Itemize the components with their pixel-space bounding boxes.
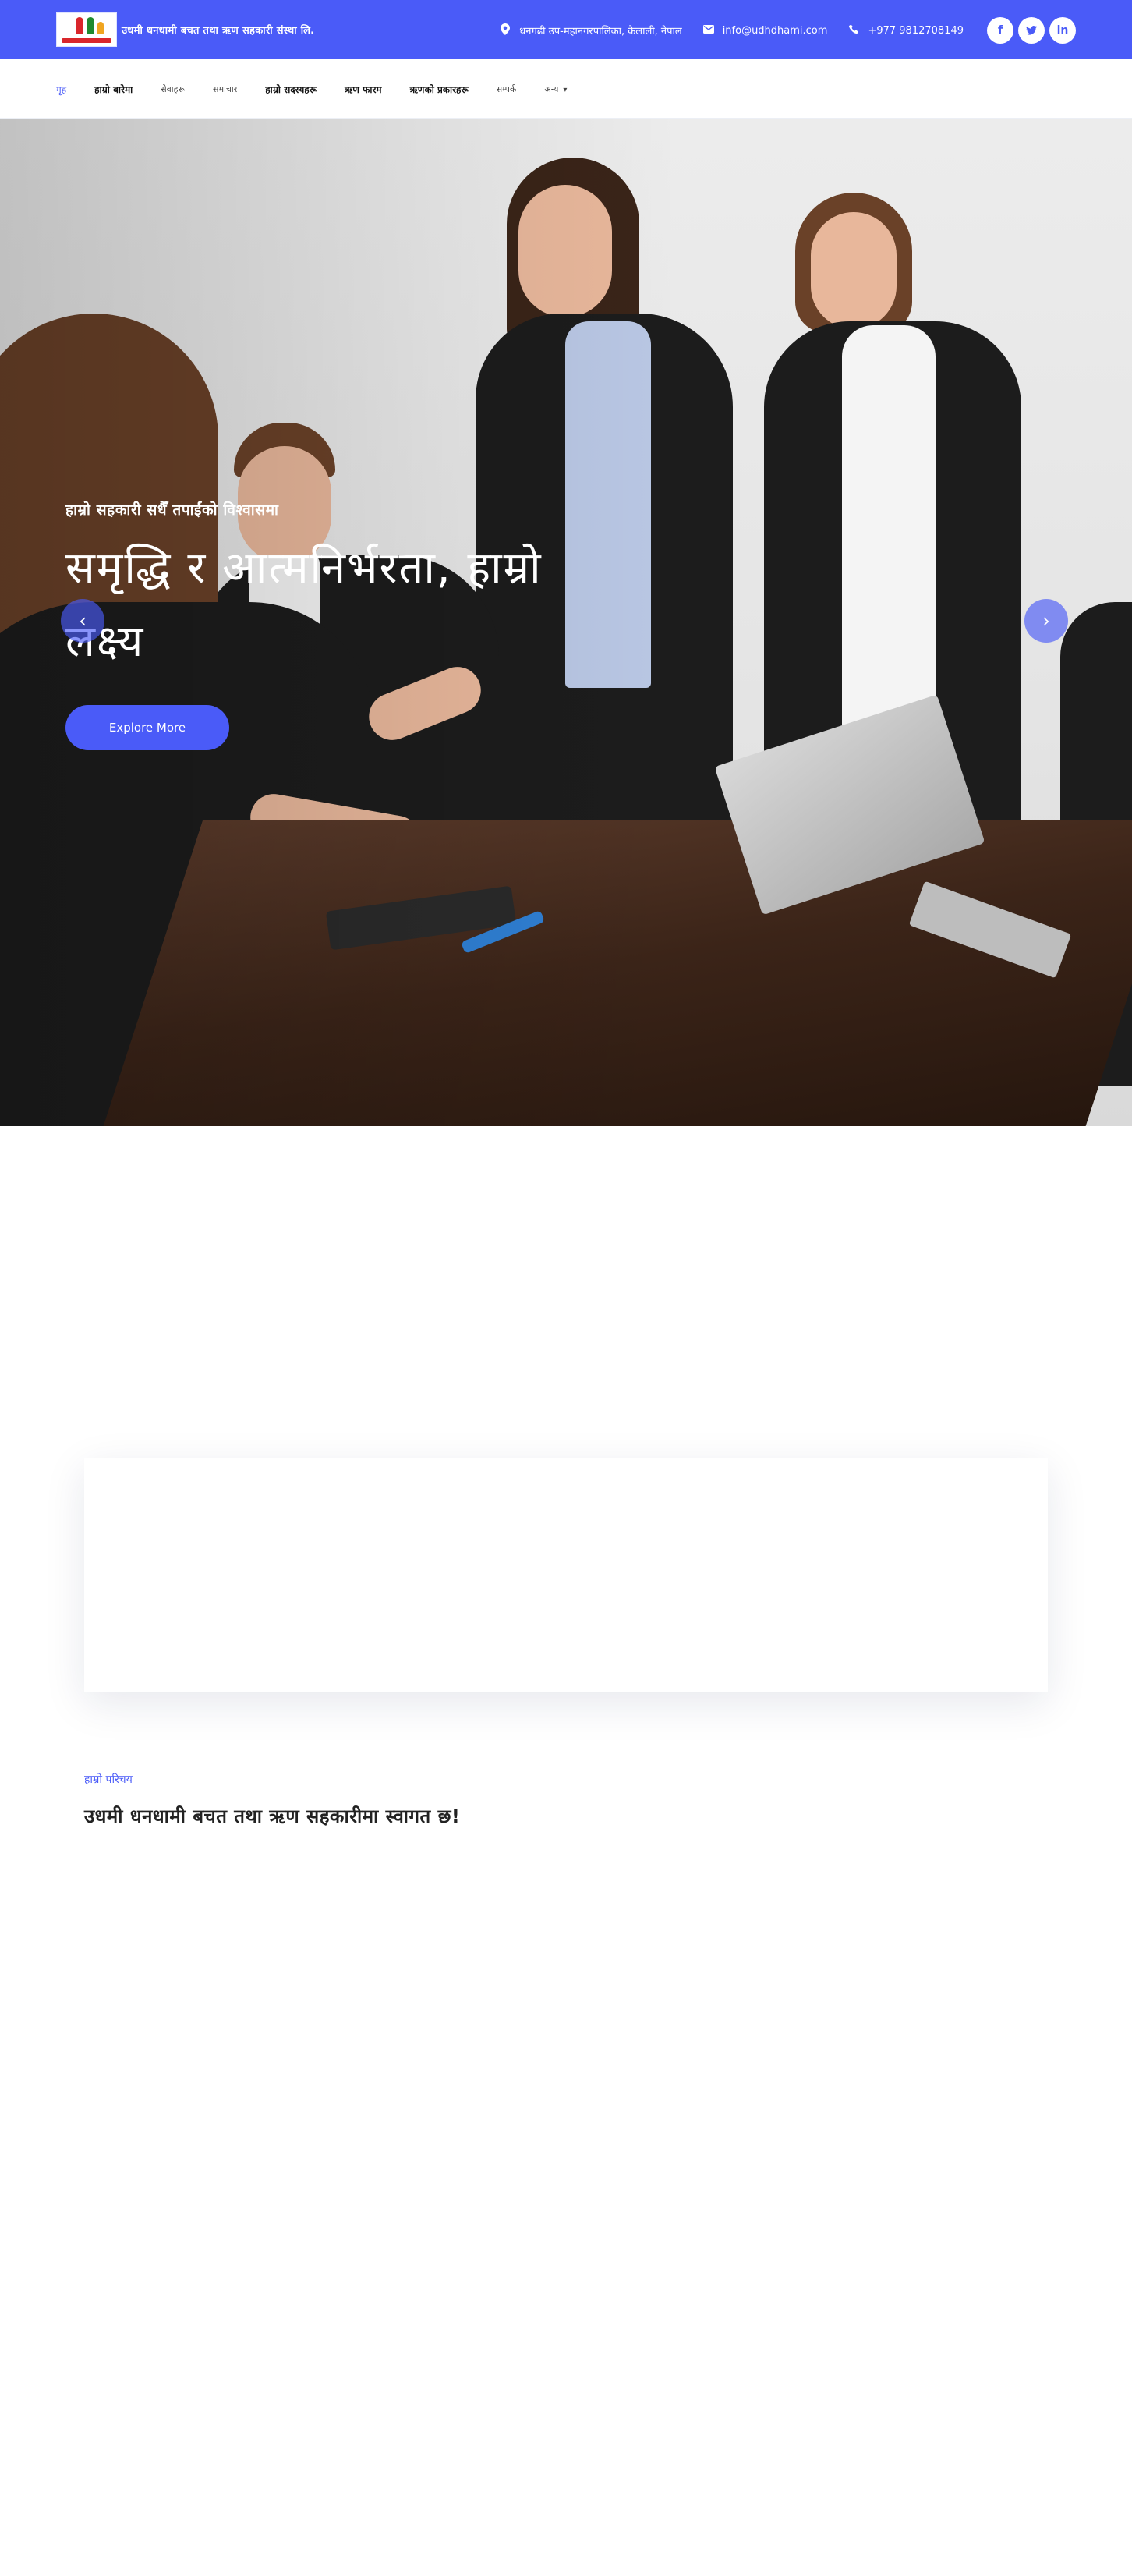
nav-item-contact[interactable]: सम्पर्क	[497, 83, 517, 95]
email-text[interactable]: info@udhdhami.com	[723, 25, 828, 37]
top-bar: उधमी धनधामी बचत तथा ऋण सहकारी संस्था लि.…	[0, 0, 1132, 59]
linkedin-icon[interactable]: in	[1049, 17, 1076, 44]
nav-item-loan-types[interactable]: ऋणको प्रकारहरू	[410, 83, 469, 96]
chevron-down-icon: ▾	[563, 85, 568, 94]
hero-title: समृद्धि र आत्मनिर्भरता, हाम्रो लक्ष्य	[65, 543, 543, 667]
facebook-icon[interactable]: f	[987, 17, 1013, 44]
logo[interactable]	[56, 12, 117, 47]
slider-next-button[interactable]: ›	[1024, 599, 1068, 643]
email[interactable]: info@udhdhami.com	[702, 24, 828, 37]
social-links: f in	[982, 17, 1076, 44]
slider-prev-button[interactable]: ‹	[61, 599, 104, 643]
location-pin-icon	[499, 23, 511, 38]
hero-kicker: हाम्रो सहकारी सधैँ तपाईंको विश्वासमा	[65, 501, 279, 519]
hero-slider: हाम्रो सहकारी सधैँ तपाईंको विश्वासमा समृ…	[0, 119, 1132, 1126]
nav-item-loan-form[interactable]: ऋण फारम	[345, 83, 382, 96]
phone[interactable]: +977 9812708149	[847, 24, 964, 37]
nav-item-home[interactable]: गृह	[56, 83, 66, 96]
address: धनगढी उप-महानगरपालिका, कैलाली, नेपाल	[499, 23, 682, 38]
nav-item-more[interactable]: अन्य ▾	[544, 83, 567, 95]
nav-item-news[interactable]: समाचार	[213, 83, 237, 95]
nav-item-about[interactable]: हाम्रो बारेमा	[94, 83, 133, 96]
section-kicker: हाम्रो परिचय	[84, 1773, 133, 1786]
twitter-icon[interactable]	[1018, 17, 1045, 44]
brand-name[interactable]: उधमी धनधामी बचत तथा ऋण सहकारी संस्था लि.	[122, 23, 314, 37]
chevron-right-icon: ›	[1042, 610, 1050, 632]
nav-item-services[interactable]: सेवाहरू	[161, 83, 185, 95]
address-text: धनगढी उप-महानगरपालिका, कैलाली, नेपाल	[519, 26, 682, 37]
nav-item-members[interactable]: हाम्रो सदस्यहरू	[265, 83, 317, 96]
contact-bar: धनगढी उप-महानगरपालिका, कैलाली, नेपाल inf…	[479, 17, 1076, 44]
nav-item-more-label: अन्य	[544, 83, 559, 94]
chevron-left-icon: ‹	[79, 610, 87, 632]
phone-text[interactable]: +977 9812708149	[868, 25, 964, 37]
brand[interactable]: उधमी धनधामी बचत तथा ऋण सहकारी संस्था लि.	[56, 12, 314, 47]
explore-more-button[interactable]: Explore More	[65, 705, 229, 750]
phone-icon	[847, 24, 860, 37]
feature-card	[84, 1458, 1048, 1692]
main-nav: गृह हाम्रो बारेमा सेवाहरू समाचार हाम्रो …	[0, 59, 1132, 119]
envelope-icon	[702, 24, 715, 37]
section-title: उधमी धनधामी बचत तथा ऋण सहकारीमा स्वागत छ…	[84, 1805, 461, 1827]
